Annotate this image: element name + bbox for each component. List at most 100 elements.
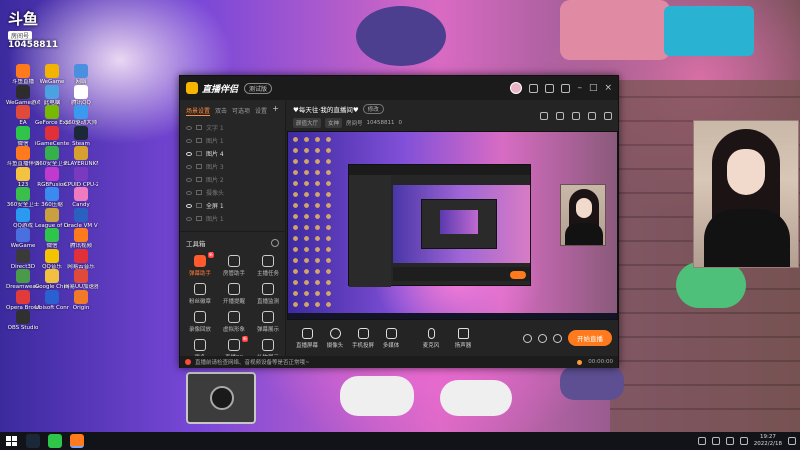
chevron-up-icon[interactable]	[697, 437, 706, 445]
control-bar-right: 开始直播	[523, 330, 612, 346]
minimize-icon[interactable]: –	[577, 83, 582, 93]
tab-options[interactable]: 可选项	[232, 106, 250, 116]
desktop-icon[interactable]: 网易UU加速器	[64, 269, 98, 290]
desktop-icon[interactable]: 360驱动大师	[64, 105, 98, 126]
toolbox-item[interactable]: 虚拟形象	[218, 311, 250, 333]
visibility-eye-icon[interactable]	[186, 138, 192, 143]
user-avatar[interactable]	[510, 82, 523, 94]
category-chip[interactable]: 颜值大厅	[293, 118, 322, 128]
notification-icon[interactable]	[588, 112, 596, 120]
version-pill[interactable]: 测试版	[244, 82, 273, 94]
record-icon[interactable]	[523, 333, 532, 343]
tab-double-click[interactable]: 双击	[215, 106, 227, 116]
add-scene-icon[interactable]: +	[272, 105, 279, 116]
desktop-icon[interactable]: Steam	[64, 125, 98, 147]
subcategory-chip[interactable]: 女神	[325, 118, 343, 128]
tab-settings[interactable]: 设置	[255, 106, 267, 116]
speaker-icon	[457, 327, 469, 339]
toolbox-item[interactable]: 粉丝徽章	[184, 283, 216, 305]
settings-icon[interactable]	[545, 83, 555, 93]
app-shortcut-icon	[74, 125, 88, 140]
desktop-icon[interactable]: PLAYERUNKNOWN'S BATTLEGROUNDS	[64, 146, 98, 167]
stream-preview-canvas[interactable]	[287, 131, 618, 320]
desktop-icon[interactable]: 网络	[64, 64, 98, 85]
toolbox-item[interactable]: 开播提醒	[218, 283, 250, 305]
notification-center-icon[interactable]	[788, 437, 796, 445]
desktop-icon[interactable]: OBS Studio	[6, 310, 40, 331]
phone-cast-button[interactable]: 手机投屏	[349, 327, 377, 349]
steam-taskbar-icon[interactable]	[26, 434, 40, 448]
scene-source-row[interactable]: 文字 1	[186, 121, 279, 134]
tab-scene-settings[interactable]: 场景设置	[186, 106, 211, 116]
start-live-button[interactable]: 开始直播	[568, 330, 612, 346]
stream-title[interactable]: ♥每天往·我的直播间♥	[293, 104, 359, 114]
microphone-button[interactable]: 麦克风	[415, 327, 447, 349]
share-icon[interactable]	[556, 112, 564, 120]
tool-icon	[228, 255, 240, 267]
toolbox-item[interactable]: 弹幕展示	[252, 311, 284, 333]
desktop-icon[interactable]: 腾讯视频	[64, 228, 98, 249]
tool-label: 虚拟形象	[222, 327, 245, 333]
preview-webcam-source	[560, 184, 606, 246]
toolbox-item[interactable]: 弹幕助手 新	[184, 252, 216, 277]
collapse-toolbox-icon[interactable]	[271, 239, 279, 247]
toolbox-item[interactable]: 房管助手	[218, 255, 250, 277]
screen-capture-button[interactable]: 直播屏幕	[293, 327, 321, 349]
scene-source-row[interactable]: 图片 2	[186, 173, 279, 186]
system-clock[interactable]: 19:27 2022/2/18	[754, 434, 782, 448]
visibility-eye-icon[interactable]	[186, 151, 192, 156]
visibility-eye-icon[interactable]	[186, 125, 192, 130]
media-label: 多媒体	[382, 342, 400, 349]
app-shortcut-icon	[16, 289, 30, 304]
play-icon	[385, 327, 397, 339]
visibility-eye-icon[interactable]	[186, 164, 192, 169]
network-icon[interactable]	[711, 437, 720, 445]
skin-icon[interactable]	[529, 83, 539, 93]
preview-eye-icon[interactable]	[538, 333, 547, 343]
cyan-box-decoration	[664, 6, 754, 56]
desktop-icon[interactable]: 腾讯QQ	[64, 84, 98, 106]
gift-icon[interactable]	[540, 112, 548, 120]
close-icon[interactable]: ×	[604, 83, 612, 93]
status-message[interactable]: 直播前请检查网络、音视频设备等是否正常哦~	[195, 358, 310, 366]
volume-icon[interactable]	[725, 437, 734, 445]
layout-icon[interactable]	[572, 112, 580, 120]
visibility-eye-icon[interactable]	[186, 216, 192, 221]
menu-icon[interactable]	[561, 83, 571, 93]
desktop-icon[interactable]: CPUID CPU-Z	[64, 166, 98, 188]
media-button[interactable]: 多媒体	[377, 327, 405, 349]
desktop-icon[interactable]: 网易云音乐	[64, 248, 98, 270]
microphone-icon	[427, 327, 435, 339]
visibility-eye-icon[interactable]	[186, 190, 192, 195]
tool-icon	[228, 339, 240, 351]
scene-source-row[interactable]: 摄像头	[186, 186, 279, 199]
maximize-icon[interactable]: □	[589, 83, 598, 93]
desktop-icon[interactable]: Candy	[64, 187, 98, 208]
edit-title-button[interactable]: 修改	[362, 104, 384, 114]
more-icon[interactable]	[604, 112, 612, 120]
tool-icon	[262, 283, 274, 295]
scene-source-row[interactable]: 图片 1	[186, 212, 279, 225]
visibility-eye-icon[interactable]	[186, 203, 192, 208]
wechat-taskbar-icon[interactable]	[48, 434, 62, 448]
toolbox-item[interactable]: 录像回放	[184, 311, 216, 333]
douyu-live-taskbar-icon[interactable]	[70, 434, 84, 448]
windows-start-icon[interactable]	[4, 434, 18, 448]
scene-source-row[interactable]: 图片 4	[186, 147, 279, 160]
app-shortcut-icon	[45, 105, 59, 119]
desktop-icon[interactable]: Oracle VM VirtualBox	[64, 207, 98, 229]
app-brand-name: 直播伴侣	[202, 84, 239, 95]
input-method-icon[interactable]	[739, 437, 748, 445]
source-type-icon	[196, 151, 202, 156]
scene-source-row[interactable]: 图片 1	[186, 134, 279, 147]
desktop-icon[interactable]: Origin	[64, 289, 98, 311]
toolbox-item[interactable]: 主播任务	[252, 255, 284, 277]
speaker-button[interactable]: 扬声器	[447, 327, 479, 349]
toolbox-item[interactable]: 直播监测	[252, 283, 284, 305]
scene-source-row[interactable]: 全屏 1	[186, 199, 279, 212]
visibility-eye-icon[interactable]	[186, 177, 192, 182]
camera-button[interactable]: 摄像头	[321, 327, 349, 349]
gear-icon[interactable]	[553, 333, 562, 343]
app-shortcut-icon	[45, 146, 59, 160]
scene-source-row[interactable]: 图片 3	[186, 160, 279, 173]
